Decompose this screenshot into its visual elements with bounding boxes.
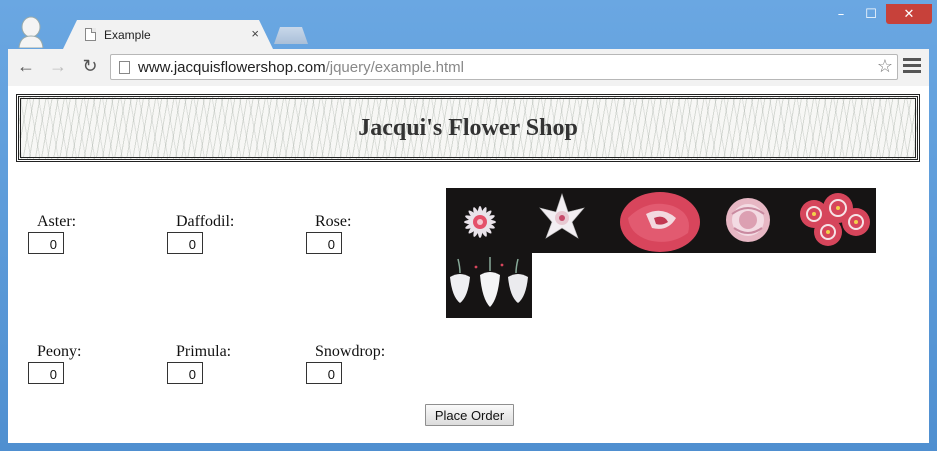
menu-icon[interactable]	[903, 58, 921, 76]
flower-label: Primula:	[176, 343, 232, 360]
peony-quantity-input[interactable]	[28, 362, 64, 384]
flower-label: Aster:	[37, 213, 77, 230]
minimize-button[interactable]: –	[826, 4, 856, 24]
back-icon[interactable]: ←	[14, 54, 38, 78]
flower-aster: Aster:	[28, 213, 168, 254]
forward-icon[interactable]: →	[46, 54, 70, 78]
place-order-button[interactable]: Place Order	[425, 404, 514, 426]
tab-example[interactable]: Example ×	[63, 20, 273, 49]
page-content: Jacqui's Flower Shop Aster: Daffodil: Ro…	[8, 86, 929, 443]
primula-quantity-input[interactable]	[167, 362, 203, 384]
page-title: Jacqui's Flower Shop	[358, 114, 578, 141]
flower-images	[446, 188, 876, 318]
peony-image	[704, 188, 790, 253]
rose-image	[618, 188, 704, 253]
rose-quantity-input[interactable]	[306, 232, 342, 254]
aster-quantity-input[interactable]	[28, 232, 64, 254]
new-tab-button[interactable]	[274, 27, 308, 44]
flower-label: Snowdrop:	[315, 343, 386, 360]
flower-label: Daffodil:	[176, 213, 235, 230]
flower-rose: Rose:	[306, 213, 446, 254]
url-text: www.jacquisflowershop.com/jquery/example…	[138, 59, 464, 76]
browser-toolbar: ← → ↻ www.jacquisflowershop.com/jquery/e…	[8, 49, 929, 86]
page-icon	[119, 60, 130, 74]
flower-daffodil: Daffodil:	[167, 213, 307, 254]
close-window-button[interactable]: ✕	[886, 4, 932, 24]
flower-snowdrop: Snowdrop:	[306, 343, 446, 384]
browser-window: – ☐ ✕ Example × ← → ↻ www.jacquisflowers…	[0, 0, 937, 451]
bookmark-star-icon[interactable]: ☆	[877, 56, 893, 77]
flower-label: Rose:	[315, 213, 352, 230]
tab-close-icon[interactable]: ×	[251, 26, 259, 41]
tab-title: Example	[104, 27, 151, 42]
url-host: www.jacquisflowershop.com	[138, 58, 326, 76]
page-icon	[85, 28, 96, 41]
reload-icon[interactable]: ↻	[78, 54, 102, 78]
flower-peony: Peony:	[28, 343, 168, 384]
address-bar[interactable]: www.jacquisflowershop.com/jquery/example…	[110, 54, 898, 80]
maximize-button[interactable]: ☐	[856, 4, 886, 24]
snowdrop-image	[446, 253, 532, 318]
header-banner: Jacqui's Flower Shop	[16, 94, 920, 162]
daffodil-quantity-input[interactable]	[167, 232, 203, 254]
daffodil-image	[532, 188, 618, 253]
flower-label: Peony:	[37, 343, 82, 360]
user-avatar-icon[interactable]	[16, 16, 46, 48]
primula-image	[790, 188, 876, 253]
snowdrop-quantity-input[interactable]	[306, 362, 342, 384]
flower-primula: Primula:	[167, 343, 307, 384]
url-path: /jquery/example.html	[325, 58, 464, 76]
aster-image	[446, 188, 532, 253]
